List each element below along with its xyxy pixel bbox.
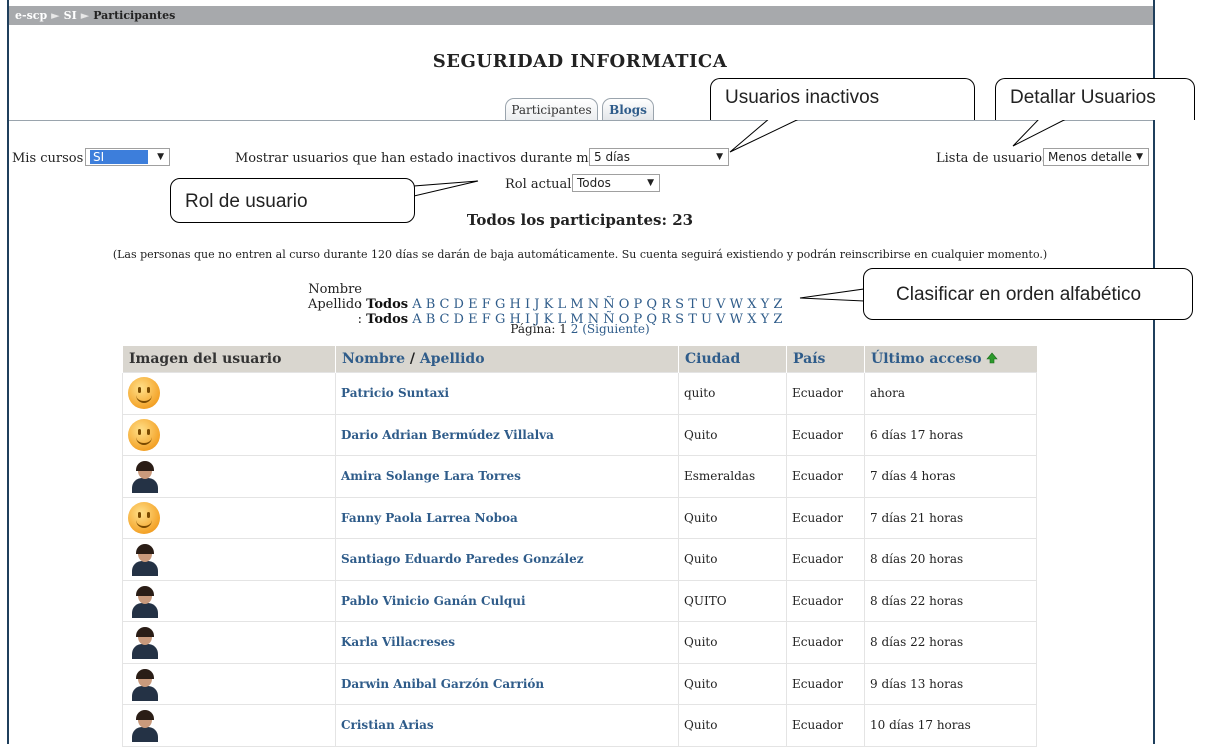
user-photo-avatar[interactable] [128,708,162,743]
callout-tail-role [413,180,479,197]
callout-inactive-users: Usuarios inactivos [710,78,975,120]
pagination: Página: 1 2 (Siguiente) [0,322,1160,336]
table-row: Dario Adrian Bermúdez Villalva Quito Ecuad… [122,413,1037,456]
participants-total: Todos los participantes: 23 [466,211,694,229]
user-last-access: 7 días 21 horas [864,496,1037,539]
table-row: Darwin Anibal Garzón Carrión Quito Ecuador… [122,662,1037,705]
user-country: Ecuador [786,621,865,664]
user-city: QUITO [678,579,787,622]
user-last-access: 10 días 17 horas [864,704,1037,747]
user-name-link[interactable]: Santiago Eduardo Paredes González [335,538,679,581]
user-city: Quito [678,413,787,456]
user-country: Ecuador [786,413,865,456]
sort-by-country-link[interactable]: País [793,351,825,367]
user-image-cell [122,413,336,456]
pagination-page-2-link[interactable]: 2 [571,322,579,336]
sort-by-first-name-link[interactable]: Nombre [342,351,405,367]
callout-detail-users: Detallar Usuarios [995,78,1195,120]
table-row: Amira Solange Lara Torres Esmeraldas Ecuad… [122,455,1037,498]
user-name-link[interactable]: Dario Adrian Bermúdez Villalva [335,413,679,456]
user-photo-avatar[interactable] [128,667,162,701]
user-country: Ecuador [786,662,865,705]
participants-table: Imagen del usuario Nombre / Apellido Ciu… [122,346,1037,747]
user-city: Quito [678,662,787,705]
table-row: Pablo Vinicio Ganán Culqui QUITO Ecuador 8 … [122,579,1037,622]
user-photo-avatar[interactable] [128,459,162,494]
column-header-last-access: Último acceso [864,346,1037,373]
user-name-link[interactable]: Amira Solange Lara Torres [335,455,679,498]
user-country: Ecuador [786,579,865,622]
user-name-link[interactable]: Patricio Suntaxi [335,372,679,415]
pagination-next-link[interactable]: (Siguiente) [582,322,649,336]
user-country: Ecuador [786,538,865,581]
user-city: Quito [678,704,787,747]
sort-by-city-link[interactable]: Ciudad [685,351,740,367]
user-last-access: 8 días 22 horas [864,579,1037,622]
user-last-access: 8 días 20 horas [864,538,1037,581]
user-name-link[interactable]: Fanny Paola Larrea Noboa [335,496,679,539]
user-image-cell [122,496,336,539]
callout-alphabetical: Clasificar en orden alfabético [863,268,1193,320]
user-city: Quito [678,538,787,581]
user-last-access: ahora [864,372,1037,415]
user-image-cell [122,579,336,622]
sort-by-last-access-link[interactable]: Último acceso [871,351,982,367]
pagination-current: 1 [559,322,567,336]
user-image-cell [122,621,336,664]
user-photo-avatar[interactable] [128,542,162,577]
table-row: Patricio Suntaxi quito Ecuador ahora [122,372,1037,415]
user-last-access: 9 días 13 horas [864,662,1037,705]
column-header-image: Imagen del usuario [122,346,336,373]
sort-by-last-name-link[interactable]: Apellido [420,351,485,367]
user-city: Quito [678,496,787,539]
user-image-cell [122,704,336,747]
user-image-cell [122,662,336,705]
user-name-link[interactable]: Pablo Vinicio Ganán Culqui [335,579,679,622]
user-country: Ecuador [786,704,865,747]
column-header-city: Ciudad [678,346,787,373]
callout-tail-detail [1012,117,1069,147]
user-country: Ecuador [786,455,865,498]
table-row: Cristian Arias Quito Ecuador 10 días 17 hor… [122,704,1037,747]
user-city: Quito [678,621,787,664]
table-row: Karla Villacreses Quito Ecuador 8 días 22 h… [122,621,1037,664]
column-header-country: País [786,346,865,373]
user-image-cell [122,538,336,581]
user-last-access: 7 días 4 horas [864,455,1037,498]
callout-tail-inactive [729,117,802,153]
default-avatar-smiley-icon[interactable] [128,501,160,534]
user-name-link[interactable]: Darwin Anibal Garzón Carrión [335,662,679,705]
default-avatar-smiley-icon[interactable] [128,418,160,451]
user-city: quito [678,372,787,415]
pagination-label: Página: [510,322,556,336]
user-image-cell [122,372,336,415]
user-photo-avatar[interactable] [128,584,162,618]
user-photo-avatar[interactable] [128,625,162,660]
table-row: Fanny Paola Larrea Noboa Quito Ecuador 7 dí… [122,496,1037,539]
column-header-slash: / [405,351,420,367]
user-country: Ecuador [786,496,865,539]
inactivity-note: (Las personas que no entren al curso dur… [112,248,1048,261]
table-row: Santiago Eduardo Paredes González Quito Ec… [122,538,1037,581]
column-header-name: Nombre / Apellido [335,346,679,373]
user-city: Esmeraldas [678,455,787,498]
user-country: Ecuador [786,372,865,415]
default-avatar-smiley-icon[interactable] [128,377,160,410]
callout-tail-alpha [799,288,865,302]
user-last-access: 6 días 17 horas [864,413,1037,456]
user-image-cell [122,455,336,498]
sort-up-arrow-icon [986,352,999,364]
table-header-row: Imagen del usuario Nombre / Apellido Ciu… [122,346,1037,373]
user-name-link[interactable]: Cristian Arias [335,704,679,747]
user-name-link[interactable]: Karla Villacreses [335,621,679,664]
user-last-access: 8 días 22 horas [864,621,1037,664]
